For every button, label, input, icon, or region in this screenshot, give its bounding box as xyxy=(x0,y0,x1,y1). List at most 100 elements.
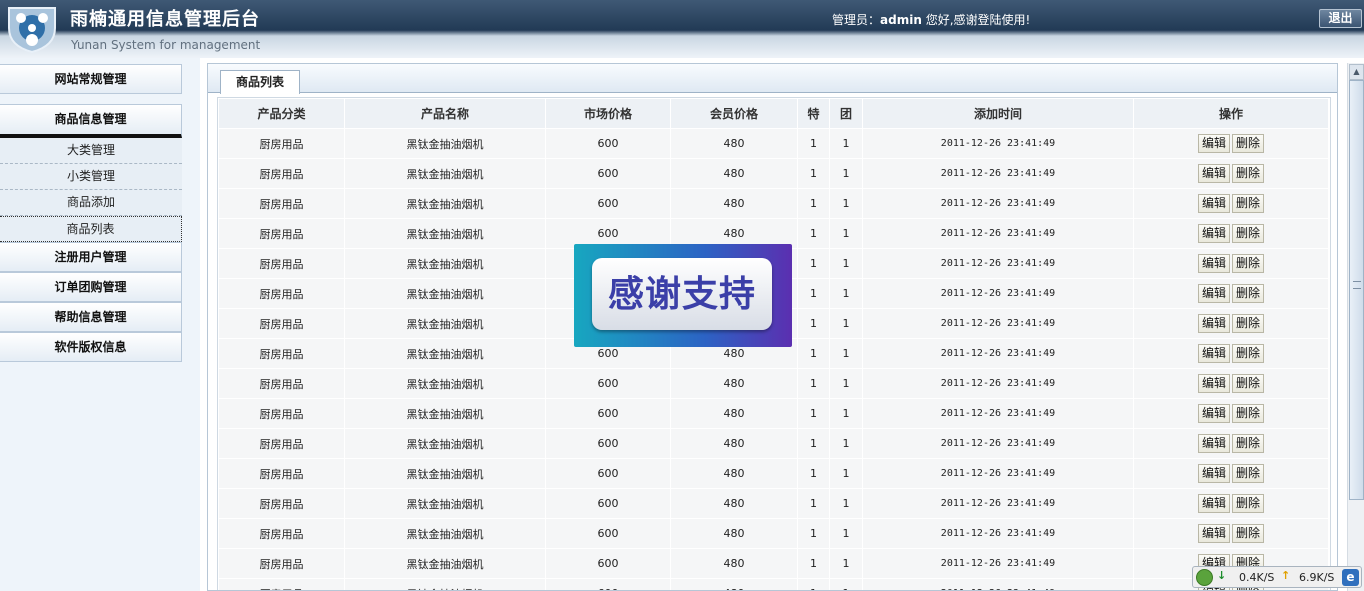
sidebar-item-product-add[interactable]: 商品添加 xyxy=(0,190,182,216)
cell-category: 厨房用品 xyxy=(219,159,344,188)
edit-button[interactable]: 编辑 xyxy=(1197,314,1230,333)
cell-actions: 编辑删除 xyxy=(1134,189,1328,218)
edit-button[interactable]: 编辑 xyxy=(1197,404,1230,423)
cell-name: 黑钛金抽油烟机 xyxy=(345,309,545,338)
cell-group: 1 xyxy=(830,459,862,488)
cell-category: 厨房用品 xyxy=(219,219,344,248)
cell-member-price: 480 xyxy=(671,489,797,518)
edit-button[interactable]: 编辑 xyxy=(1197,434,1230,453)
cell-actions: 编辑删除 xyxy=(1134,399,1328,428)
cell-special: 1 xyxy=(798,339,829,368)
cell-added-time: 2011-12-26 23:41:49 xyxy=(863,309,1133,338)
sidebar-item-category-manage[interactable]: 大类管理 xyxy=(0,138,182,164)
menu-group-product-info[interactable]: 商品信息管理 xyxy=(0,104,182,138)
edit-button[interactable]: 编辑 xyxy=(1197,224,1230,243)
delete-button[interactable]: 删除 xyxy=(1232,494,1265,513)
edit-button[interactable]: 编辑 xyxy=(1197,344,1230,363)
delete-button[interactable]: 删除 xyxy=(1232,164,1265,183)
vertical-scrollbar[interactable]: ▲ xyxy=(1347,63,1364,591)
edit-button[interactable]: 编辑 xyxy=(1197,284,1230,303)
sidebar-item-product-list[interactable]: 商品列表 xyxy=(0,216,182,242)
edit-button[interactable]: 编辑 xyxy=(1197,254,1230,273)
thanks-overlay-text: 感谢支持 xyxy=(592,258,772,330)
cell-category: 厨房用品 xyxy=(219,279,344,308)
delete-button[interactable]: 删除 xyxy=(1232,434,1265,453)
cell-market-price: 600 xyxy=(546,429,670,458)
menu-group-orders-groupbuy[interactable]: 订单团购管理 xyxy=(0,272,182,302)
cell-group: 1 xyxy=(830,219,862,248)
cell-special: 1 xyxy=(798,429,829,458)
cell-group: 1 xyxy=(830,249,862,278)
table-row: 厨房用品黑钛金抽油烟机600480112011-12-26 23:41:49编辑… xyxy=(219,399,1328,428)
table-body: 厨房用品 黑钛金抽油烟机 600 480 1 1 2011-12-26 23:41:49 编辑… xyxy=(219,129,1328,590)
edit-button[interactable]: 编辑 xyxy=(1197,374,1230,393)
cell-category: 厨房用品 xyxy=(219,519,344,548)
upload-arrow-icon: ↑ xyxy=(1281,569,1291,582)
delete-button[interactable]: 删除 xyxy=(1232,284,1265,303)
cell-special: 1 xyxy=(798,279,829,308)
header-bar: 雨楠通用信息管理后台 Yunan System for management 管… xyxy=(0,0,1364,58)
table-row: 厨房用品黑钛金抽油烟机600480112011-12-26 23:41:49编辑… xyxy=(219,429,1328,458)
cell-special: 1 xyxy=(798,459,829,488)
cell-name: 黑钛金抽油烟机 xyxy=(345,489,545,518)
cell-added-time: 2011-12-26 23:41:49 xyxy=(863,159,1133,188)
delete-button[interactable]: 删除 xyxy=(1232,194,1265,213)
menu-group-help-info[interactable]: 帮助信息管理 xyxy=(0,302,182,332)
edit-button[interactable]: 编辑 xyxy=(1197,164,1230,183)
cell-member-price: 480 xyxy=(671,189,797,218)
cell-added-time: 2011-12-26 23:41:49 xyxy=(863,399,1133,428)
cell-actions: 编辑删除 xyxy=(1134,249,1328,278)
edit-button[interactable]: 编辑 xyxy=(1197,134,1230,153)
delete-button[interactable]: 删除 xyxy=(1232,254,1265,273)
scrollbar-thumb[interactable] xyxy=(1349,80,1364,500)
table-row: 厨房用品黑钛金抽油烟机600480112011-12-26 23:41:49编辑… xyxy=(219,159,1328,188)
delete-button[interactable]: 删除 xyxy=(1232,464,1265,483)
table-row: 厨房用品黑钛金抽油烟机600480112011-12-26 23:41:49编辑… xyxy=(219,579,1328,590)
delete-button[interactable]: 删除 xyxy=(1232,524,1265,543)
cell-name: 黑钛金抽油烟机 xyxy=(345,549,545,578)
menu-group-site-general[interactable]: 网站常规管理 xyxy=(0,64,182,94)
cell-name: 黑钛金抽油烟机 xyxy=(345,519,545,548)
ie-icon: e xyxy=(1342,569,1359,586)
cell-special: 1 xyxy=(798,369,829,398)
sidebar-item-subcategory-manage[interactable]: 小类管理 xyxy=(0,164,182,190)
edit-button[interactable]: 编辑 xyxy=(1197,494,1230,513)
network-speed-widget[interactable]: ↓ 0.4K/S ↑ 6.9K/S e xyxy=(1192,566,1362,588)
table-row: 厨房用品黑钛金抽油烟机600480112011-12-26 23:41:49编辑… xyxy=(219,129,1328,158)
delete-button[interactable]: 删除 xyxy=(1232,224,1265,243)
cell-added-time: 2011-12-26 23:41:49 xyxy=(863,459,1133,488)
table-row: 厨房用品黑钛金抽油烟机600480112011-12-26 23:41:49编辑… xyxy=(219,489,1328,518)
cell-market-price: 600 xyxy=(546,549,670,578)
admin-window: 雨楠通用信息管理后台 Yunan System for management 管… xyxy=(0,0,1364,591)
edit-button[interactable]: 编辑 xyxy=(1197,524,1230,543)
menu-group-registered-users[interactable]: 注册用户管理 xyxy=(0,242,182,272)
cell-category: 厨房用品 xyxy=(219,429,344,458)
cell-category: 厨房用品 xyxy=(219,459,344,488)
delete-button[interactable]: 删除 xyxy=(1232,344,1265,363)
delete-button[interactable]: 删除 xyxy=(1232,314,1265,333)
edit-button[interactable]: 编辑 xyxy=(1197,194,1230,213)
scroll-up-icon[interactable]: ▲ xyxy=(1349,64,1364,80)
delete-button[interactable]: 删除 xyxy=(1232,134,1265,153)
tab-product-list[interactable]: 商品列表 xyxy=(220,70,300,94)
delete-button[interactable]: 删除 xyxy=(1232,404,1265,423)
cell-category: 厨房用品 xyxy=(219,129,344,158)
cell-category: 厨房用品 xyxy=(219,489,344,518)
cell-actions: 编辑删除 xyxy=(1134,309,1328,338)
upload-speed: 6.9K/S xyxy=(1299,571,1335,584)
edit-button[interactable]: 编辑 xyxy=(1197,464,1230,483)
cell-category: 厨房用品 xyxy=(219,579,344,590)
cell-actions: 编辑删除 xyxy=(1134,279,1328,308)
cell-special: 1 xyxy=(798,189,829,218)
cell-member-price: 480 xyxy=(671,459,797,488)
delete-button[interactable]: 删除 xyxy=(1232,374,1265,393)
cell-group: 1 xyxy=(830,339,862,368)
cell-special: 1 xyxy=(798,159,829,188)
cell-name: 黑钛金抽油烟机 xyxy=(345,249,545,278)
cell-member-price: 480 xyxy=(671,579,797,590)
cell-actions: 编辑删除 xyxy=(1134,429,1328,458)
logout-button[interactable]: 退出 xyxy=(1319,9,1362,28)
cell-name: 黑钛金抽油烟机 xyxy=(345,459,545,488)
cell-market-price: 600 xyxy=(546,579,670,590)
menu-group-copyright[interactable]: 软件版权信息 xyxy=(0,332,182,362)
